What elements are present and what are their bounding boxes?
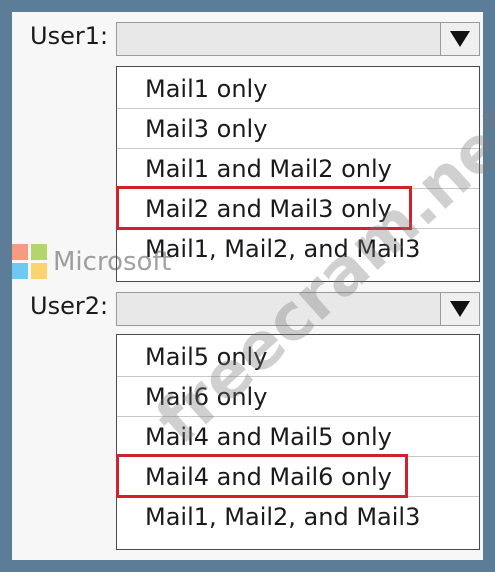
ms-square-green (31, 244, 47, 260)
user1-option[interactable]: Mail1 only (117, 69, 479, 109)
ms-square-blue (12, 263, 28, 279)
user2-option[interactable]: Mail5 only (117, 337, 479, 377)
user2-option[interactable]: Mail1, Mail2, and Mail3 (117, 497, 479, 537)
user2-dropdown[interactable] (116, 292, 480, 326)
microsoft-wordmark: Microsoft (53, 246, 172, 277)
user2-label: User2: (30, 292, 109, 320)
ms-square-yellow (31, 263, 47, 279)
triangle-down-icon (450, 301, 470, 317)
user1-dropdown-arrow-button[interactable] (440, 23, 479, 55)
user2-option[interactable]: Mail4 and Mail5 only (117, 417, 479, 457)
user1-option-selected[interactable]: Mail2 and Mail3 only (117, 189, 479, 229)
user1-label: User1: (30, 22, 109, 50)
user2-options-list: Mail5 only Mail6 only Mail4 and Mail5 on… (116, 334, 480, 550)
microsoft-logo-watermark: Microsoft (12, 244, 171, 279)
user2-option-selected[interactable]: Mail4 and Mail6 only (117, 457, 479, 497)
user2-option[interactable]: Mail6 only (117, 377, 479, 417)
user1-dropdown[interactable] (116, 22, 480, 56)
microsoft-logo-icon (12, 244, 47, 279)
user1-option[interactable]: Mail1 and Mail2 only (117, 149, 479, 189)
triangle-down-icon (450, 31, 470, 47)
answer-area: User1: Mail1 only Mail3 only Mail1 and M… (0, 0, 495, 572)
user1-option[interactable]: Mail3 only (117, 109, 479, 149)
ms-square-red (12, 244, 28, 260)
user2-dropdown-arrow-button[interactable] (440, 293, 479, 325)
